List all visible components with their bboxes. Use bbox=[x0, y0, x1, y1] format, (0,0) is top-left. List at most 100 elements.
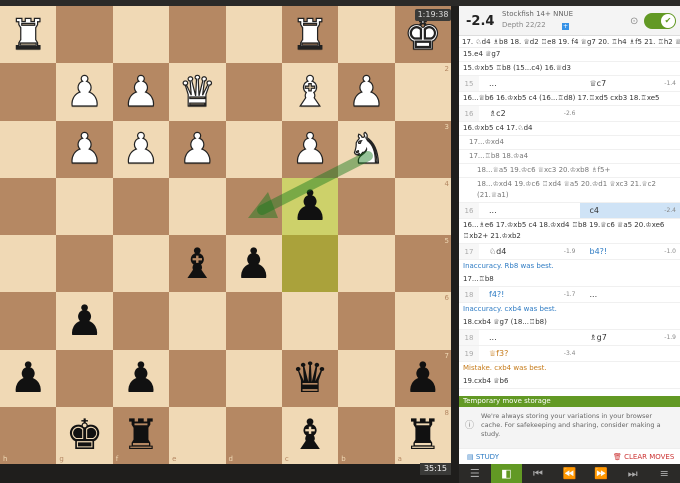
board-square[interactable] bbox=[281, 292, 339, 350]
board-square[interactable] bbox=[112, 235, 170, 293]
white-move[interactable]: ♘d4 -1.9 bbox=[479, 244, 580, 259]
white-move-san[interactable]: ♘d4 bbox=[489, 247, 506, 256]
move-line[interactable]: 18.cxb4 ♕g7 (18...♖b8) bbox=[459, 316, 680, 330]
menu-icon[interactable]: ☰ bbox=[459, 464, 491, 483]
black-pawn-icon[interactable]: ♟ bbox=[291, 185, 329, 227]
board-square[interactable]: ♜ f bbox=[112, 406, 170, 464]
board-square[interactable] bbox=[0, 235, 57, 293]
board-square[interactable]: ♟ bbox=[56, 120, 113, 178]
white-pawn-icon[interactable]: ♟ bbox=[291, 127, 330, 170]
white-move-san[interactable]: f4?! bbox=[489, 290, 504, 299]
board-square[interactable]: ♛ bbox=[281, 349, 339, 407]
add-pv-icon[interactable]: + bbox=[562, 23, 569, 30]
white-move[interactable]: ... bbox=[479, 330, 580, 345]
black-move[interactable] bbox=[580, 106, 680, 121]
board-square[interactable]: ♚ g bbox=[56, 406, 113, 464]
move-line[interactable]: 17...♖b8 18.♔a4 bbox=[459, 150, 680, 164]
move-row[interactable]: 19 ♕f3? -3.4 bbox=[459, 346, 680, 362]
board-square[interactable] bbox=[56, 349, 113, 407]
move-row[interactable]: 18 f4?! -1.7 ... bbox=[459, 287, 680, 303]
hamburger-icon[interactable]: ≡ bbox=[648, 464, 680, 483]
black-bishop-icon[interactable]: ♝ bbox=[291, 414, 329, 456]
board-square[interactable] bbox=[112, 6, 170, 64]
black-move-san[interactable]: ♕c7 bbox=[590, 79, 607, 88]
black-bishop-icon[interactable]: ♝ bbox=[178, 242, 216, 285]
board-square[interactable] bbox=[112, 177, 170, 235]
chess-board[interactable]: ♜♜♚1♟♟♛♝♟2♟♟♟♟♞3♟4♝♟5♟6♟♟♛♟7h♚g♜fed♝cb♜8… bbox=[0, 6, 451, 464]
black-king-icon[interactable]: ♚ bbox=[66, 414, 104, 456]
white-pawn-icon[interactable]: ♟ bbox=[65, 127, 104, 170]
board-square[interactable] bbox=[56, 235, 113, 293]
white-move[interactable]: ... bbox=[479, 203, 580, 218]
board-grid[interactable]: ♜♜♚1♟♟♛♝♟2♟♟♟♟♞3♟4♝♟5♟6♟♟♛♟7h♚g♜fed♝cb♜8… bbox=[0, 6, 451, 464]
white-pawn-icon[interactable]: ♟ bbox=[65, 70, 104, 113]
board-square[interactable]: 5 bbox=[394, 235, 451, 293]
board-square[interactable]: ♞ bbox=[338, 120, 395, 178]
board-square[interactable]: ♝ bbox=[169, 235, 226, 293]
board-square[interactable]: 2 bbox=[394, 63, 451, 121]
board-square[interactable]: ♟ bbox=[56, 292, 113, 350]
board-square[interactable]: ♟ bbox=[281, 177, 339, 235]
move-line[interactable]: 16.♔xb5 c4 17.♘d4 bbox=[459, 122, 680, 136]
board-square[interactable] bbox=[338, 235, 395, 293]
board-square[interactable] bbox=[169, 292, 226, 350]
black-pawn-icon[interactable]: ♟ bbox=[122, 357, 160, 399]
move-row[interactable]: 16 ... c4 -2.4 bbox=[459, 203, 680, 219]
white-queen-icon[interactable]: ♛ bbox=[178, 70, 217, 113]
principal-variation[interactable]: 17. ♘d4 ♗b8 18. ♕d2 ♖e8 19. f4 ♕g7 20. ♖… bbox=[459, 36, 680, 48]
black-move-san[interactable]: ♗g7 bbox=[590, 333, 607, 342]
white-move-san[interactable]: ♕f3? bbox=[489, 349, 508, 358]
board-square[interactable] bbox=[0, 63, 57, 121]
board-square[interactable] bbox=[112, 292, 170, 350]
black-move[interactable]: b4?! -1.0 bbox=[580, 244, 680, 259]
black-move[interactable]: ... bbox=[580, 287, 680, 302]
first-move-icon[interactable]: ⏮ bbox=[522, 464, 554, 483]
move-line[interactable]: 16...♕b6 16.♔xb5 c4 (16...♖d8) 17.♖xd5 c… bbox=[459, 92, 680, 106]
move-line[interactable]: 15.e4 ♕g7 bbox=[459, 48, 680, 62]
black-move-san[interactable]: b4?! bbox=[590, 247, 608, 256]
next-move-icon[interactable]: ⏩ bbox=[585, 464, 617, 483]
black-pawn-icon[interactable]: ♟ bbox=[404, 357, 442, 399]
board-square[interactable]: 4 bbox=[394, 177, 451, 235]
white-move[interactable]: ♗c2 -2.6 bbox=[479, 106, 580, 121]
board-square[interactable]: ♟ bbox=[338, 63, 395, 121]
prev-move-icon[interactable]: ⏪ bbox=[554, 464, 586, 483]
board-square[interactable]: d bbox=[225, 406, 282, 464]
white-bishop-icon[interactable]: ♝ bbox=[291, 70, 330, 113]
board-square[interactable] bbox=[0, 177, 57, 235]
board-square[interactable]: ♟ bbox=[112, 63, 170, 121]
board-square[interactable]: ♟ bbox=[225, 235, 282, 293]
board-square[interactable]: ♜ bbox=[0, 6, 57, 64]
clear-moves-button[interactable]: 🗑 CLEAR MOVES bbox=[613, 449, 674, 465]
board-square[interactable] bbox=[281, 235, 339, 293]
board-square[interactable]: ♟ bbox=[0, 349, 57, 407]
board-square[interactable]: ♟ bbox=[112, 120, 170, 178]
white-pawn-icon[interactable]: ♟ bbox=[178, 127, 217, 170]
black-rook-icon[interactable]: ♜ bbox=[404, 414, 442, 456]
board-square[interactable] bbox=[338, 177, 395, 235]
board-square[interactable] bbox=[0, 292, 57, 350]
white-pawn-icon[interactable]: ♟ bbox=[122, 127, 161, 170]
white-knight-icon[interactable]: ♞ bbox=[347, 127, 386, 170]
board-square[interactable] bbox=[0, 120, 57, 178]
board-square[interactable]: 6 bbox=[394, 292, 451, 350]
board-square[interactable]: ♟ 7 bbox=[394, 349, 451, 407]
board-square[interactable]: ♜ 8 a bbox=[394, 406, 451, 464]
white-move[interactable]: ... bbox=[479, 76, 580, 91]
white-move[interactable]: f4?! -1.7 bbox=[479, 287, 580, 302]
board-square[interactable] bbox=[225, 63, 282, 121]
board-square[interactable] bbox=[225, 177, 282, 235]
board-square[interactable] bbox=[338, 6, 395, 64]
board-square[interactable] bbox=[338, 292, 395, 350]
board-square[interactable] bbox=[225, 349, 282, 407]
move-line[interactable]: 17...♖b8 bbox=[459, 273, 680, 287]
board-square[interactable] bbox=[225, 6, 282, 64]
study-button[interactable]: ▤ STUDY bbox=[467, 449, 499, 465]
white-pawn-icon[interactable]: ♟ bbox=[122, 70, 161, 113]
board-square[interactable] bbox=[169, 6, 226, 64]
board-square[interactable] bbox=[225, 292, 282, 350]
board-square[interactable]: e bbox=[169, 406, 226, 464]
board-square[interactable]: ♟ bbox=[169, 120, 226, 178]
move-line[interactable]: 17...♔xd4 bbox=[459, 136, 680, 150]
board-square[interactable]: ♝ bbox=[281, 63, 339, 121]
